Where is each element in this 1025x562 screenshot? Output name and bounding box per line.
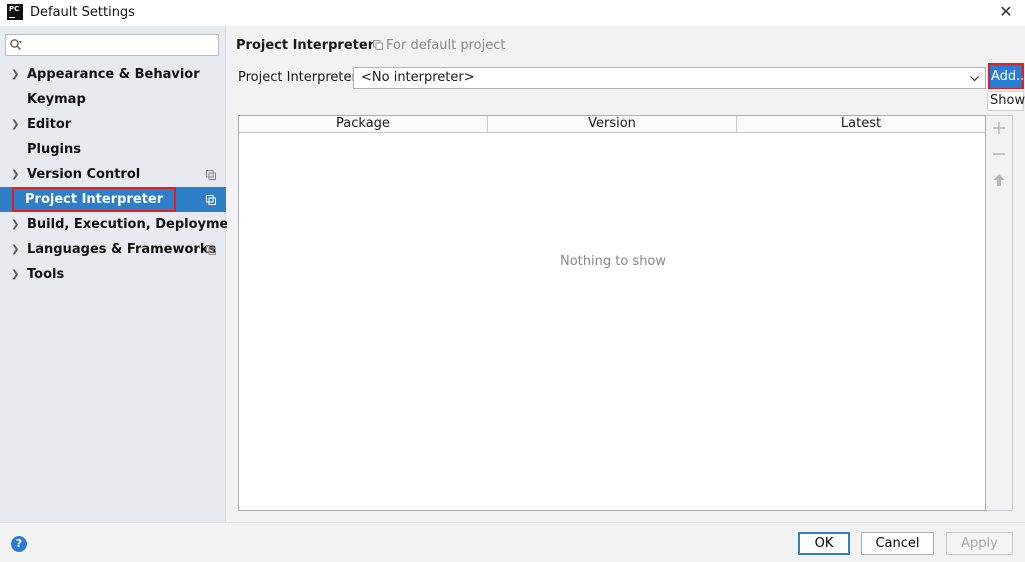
sidebar-item-label: Plugins xyxy=(27,142,81,157)
sidebar-item-label: Editor xyxy=(27,117,72,132)
interpreter-value: <No interpreter> xyxy=(361,70,475,85)
chevron-right-icon[interactable]: ❯ xyxy=(11,112,19,137)
close-icon[interactable]: ✕ xyxy=(997,3,1015,21)
sidebar-item-label: Build, Execution, Deployment xyxy=(27,217,244,232)
column-header-package[interactable]: Package xyxy=(239,116,488,132)
ok-button[interactable]: OK xyxy=(798,532,850,555)
sidebar-item-label: Keymap xyxy=(27,92,86,107)
chevron-right-icon[interactable]: ❯ xyxy=(11,162,19,187)
sidebar-item-keymap[interactable]: Keymap xyxy=(0,87,226,112)
add-interpreter-button[interactable]: Add... xyxy=(988,63,1025,89)
sidebar-item-label: Languages & Frameworks xyxy=(27,242,217,257)
chevron-right-icon[interactable]: ❯ xyxy=(11,262,19,287)
packages-table[interactable]: Package Version Latest Nothing to show xyxy=(238,115,986,511)
scope-text: For default project xyxy=(386,38,506,53)
sidebar-item-project-interpreter[interactable]: Project Interpreter xyxy=(0,187,226,212)
chevron-right-icon[interactable]: ❯ xyxy=(11,237,19,262)
sidebar-item-label: Project Interpreter xyxy=(11,187,177,212)
title-bar: PC Default Settings ✕ xyxy=(0,0,1025,26)
help-icon[interactable]: ? xyxy=(11,536,27,552)
settings-sidebar: ❯ Appearance & Behavior Keymap ❯ Editor Plugi… xyxy=(0,26,244,522)
project-copy-icon xyxy=(373,40,383,50)
settings-nav: ❯ Appearance & Behavior Keymap ❯ Editor Plugi… xyxy=(0,62,244,287)
chevron-right-icon[interactable]: ❯ xyxy=(11,212,19,237)
add-button-label: Add... xyxy=(991,66,1025,88)
interpreter-label: Project Interpreter: xyxy=(238,70,362,85)
page-title: Project Interpreter xyxy=(236,38,375,53)
sidebar-item-appearance-behavior[interactable]: ❯ Appearance & Behavior xyxy=(0,62,226,87)
chevron-right-icon[interactable]: ❯ xyxy=(11,62,19,87)
add-package-icon[interactable] xyxy=(992,121,1006,135)
logo-text: PC xyxy=(9,5,20,13)
column-header-version[interactable]: Version xyxy=(488,116,737,132)
settings-search[interactable] xyxy=(5,34,219,56)
upgrade-package-icon[interactable] xyxy=(992,173,1006,187)
dialog-footer: ? OK Cancel Apply xyxy=(0,522,1025,562)
sidebar-item-tools[interactable]: ❯ Tools xyxy=(0,262,226,287)
cancel-button[interactable]: Cancel xyxy=(861,532,934,555)
empty-table-message: Nothing to show xyxy=(559,254,667,269)
interpreter-select[interactable]: <No interpreter> xyxy=(353,67,986,89)
project-copy-icon xyxy=(206,245,216,255)
sidebar-item-version-control[interactable]: ❯ Version Control xyxy=(0,162,226,187)
project-copy-icon xyxy=(206,170,216,180)
search-icon xyxy=(10,39,22,50)
chevron-down-icon xyxy=(970,76,979,82)
project-copy-icon xyxy=(206,195,216,205)
sidebar-item-label: Tools xyxy=(27,267,65,282)
pycharm-logo-icon: PC xyxy=(7,4,23,20)
column-header-latest[interactable]: Latest xyxy=(737,116,985,132)
show-tooltip: Show xyxy=(987,91,1025,111)
sidebar-item-label: Version Control xyxy=(27,167,141,182)
apply-button[interactable]: Apply xyxy=(946,532,1013,555)
scope-label: For default project xyxy=(373,38,505,53)
remove-package-icon[interactable] xyxy=(992,147,1006,161)
sidebar-item-editor[interactable]: ❯ Editor xyxy=(0,112,226,137)
sidebar-item-build-execution-deployment[interactable]: ❯ Build, Execution, Deployment xyxy=(0,212,244,237)
sidebar-item-plugins[interactable]: Plugins xyxy=(0,137,226,162)
table-header: Package Version Latest xyxy=(239,116,985,133)
window-title: Default Settings xyxy=(30,5,135,20)
search-input[interactable] xyxy=(26,37,214,53)
table-toolbar xyxy=(986,115,1013,511)
project-interpreter-panel: Project Interpreter For default project … xyxy=(227,26,1025,522)
sidebar-item-languages-frameworks[interactable]: ❯ Languages & Frameworks xyxy=(0,237,226,262)
sidebar-item-label: Appearance & Behavior xyxy=(27,67,200,82)
